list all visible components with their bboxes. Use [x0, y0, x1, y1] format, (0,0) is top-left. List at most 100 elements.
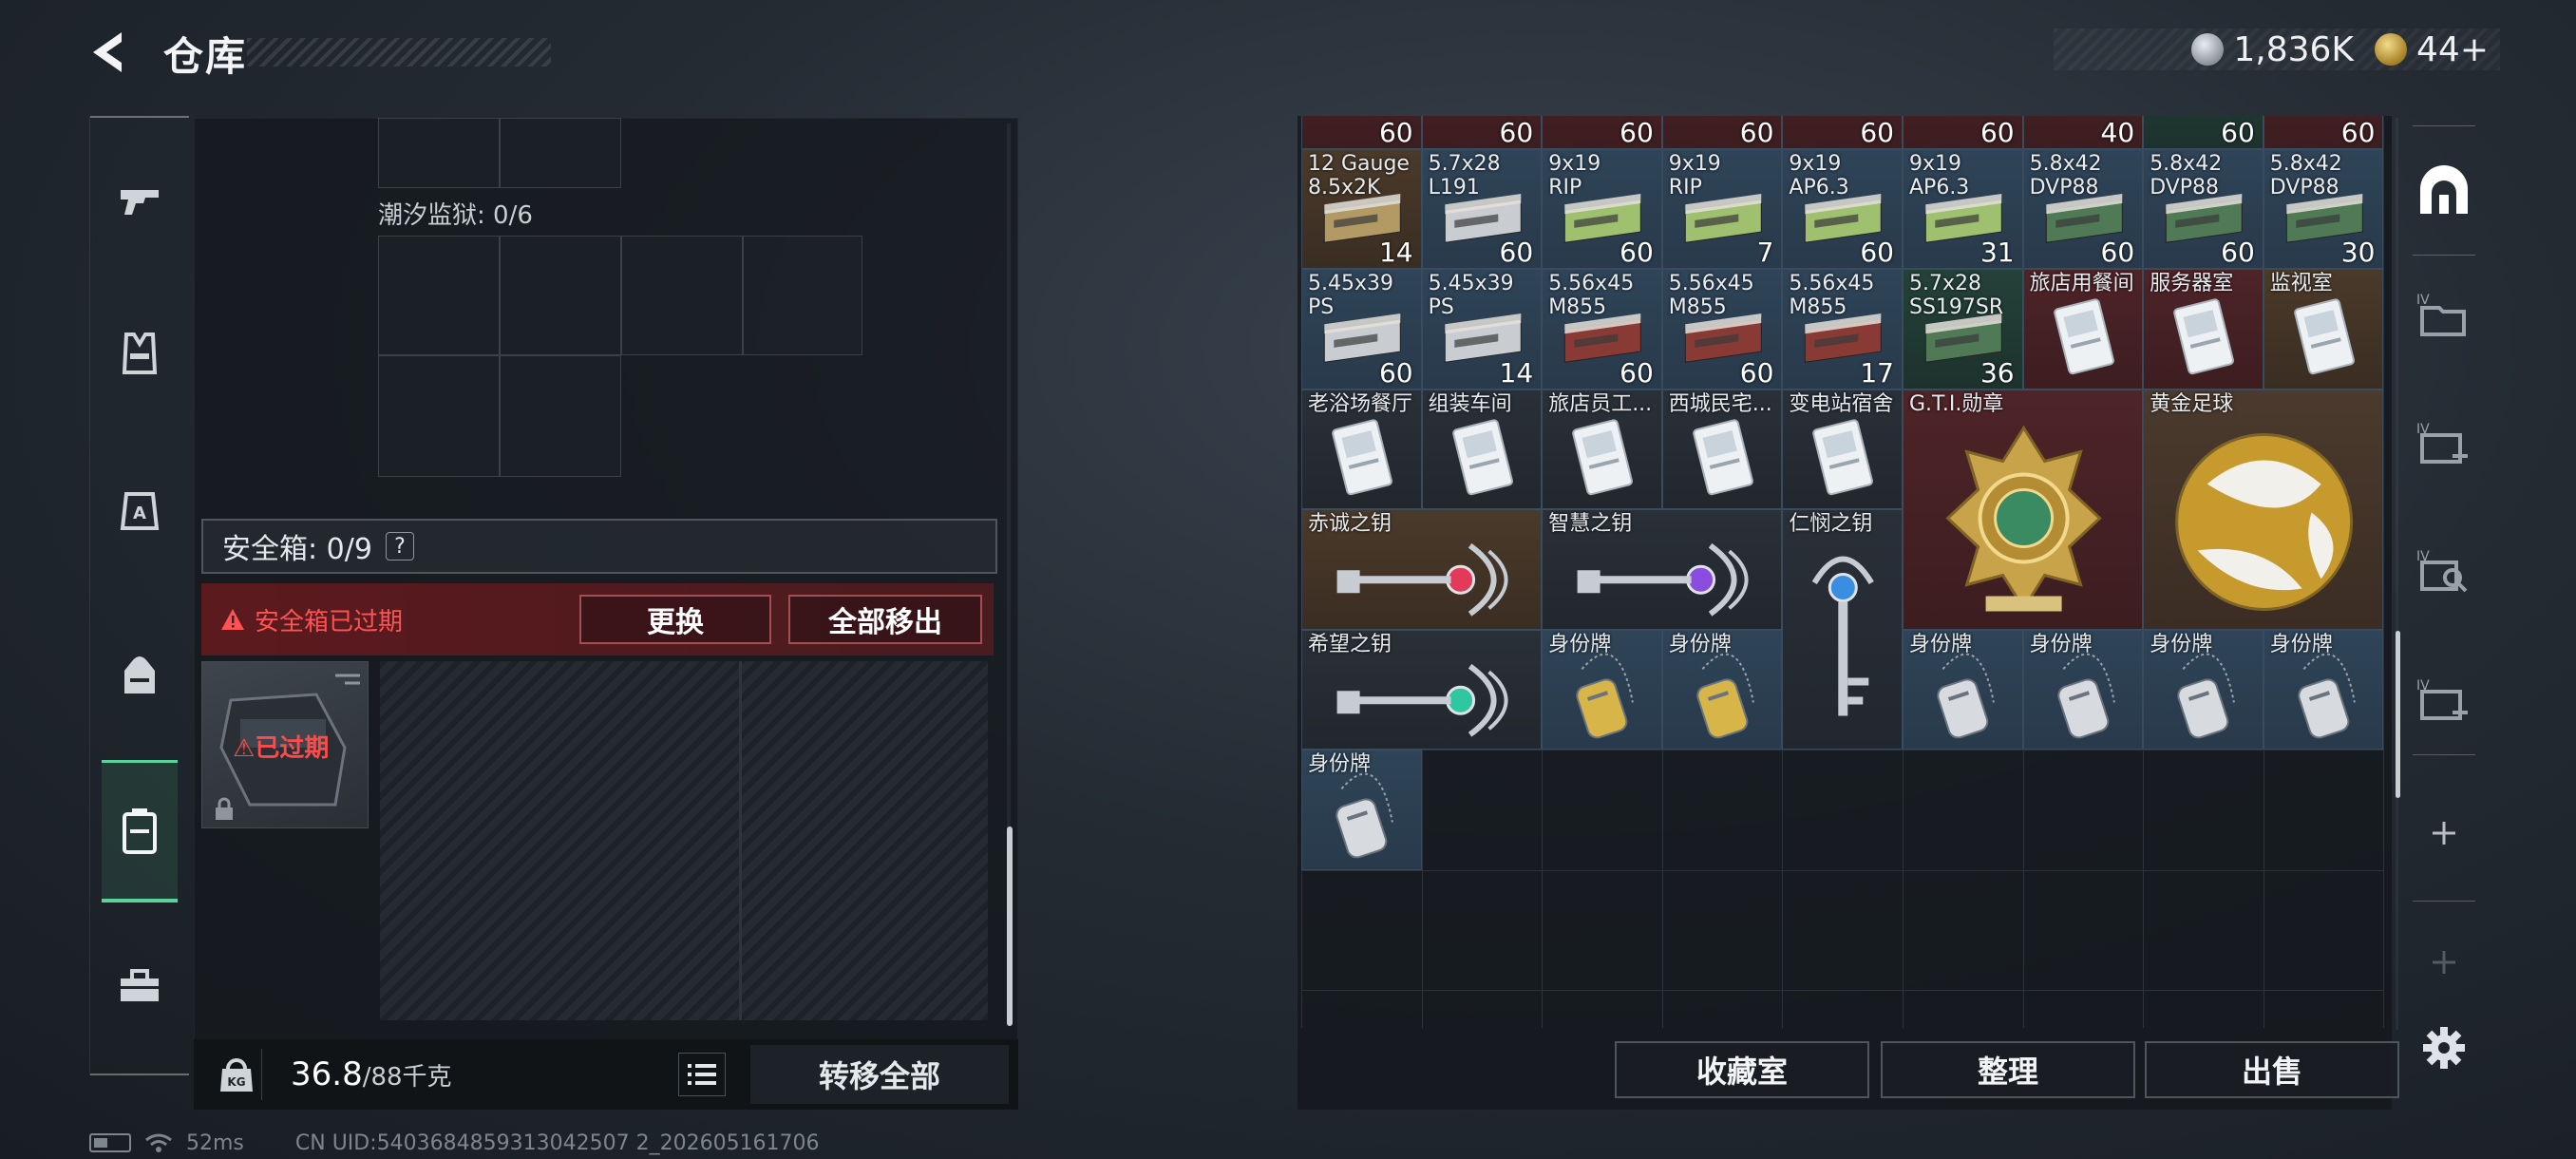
item-name: 5.45x39 PS [1308, 272, 1393, 319]
settings-button[interactable] [2405, 1009, 2483, 1087]
battery-icon [89, 1133, 131, 1152]
weight-icon: KG [211, 1049, 262, 1100]
prison-slot[interactable] [378, 236, 500, 355]
item-name: 旅店员工... [1548, 391, 1653, 416]
list-view-button[interactable] [678, 1053, 726, 1096]
rail-weapon[interactable] [100, 162, 180, 241]
prison-slot[interactable] [743, 236, 862, 355]
inventory-item[interactable]: 赤诚之钥 [1301, 509, 1543, 630]
inventory-scrollbar-track[interactable] [2396, 118, 2398, 1030]
item-quantity: 36 [1979, 356, 2015, 389]
inventory-item[interactable]: 老浴场餐厅 [1301, 389, 1422, 509]
sort-button[interactable]: 整理 [1881, 1041, 2135, 1098]
item-name: 西城民宅... [1668, 391, 1772, 416]
rail-safebox[interactable] [102, 760, 178, 902]
move-all-out-button[interactable]: 全部移出 [788, 595, 982, 644]
inventory-item[interactable]: 身份牌 [2143, 629, 2263, 750]
inventory-item[interactable]: 身份牌 [2022, 629, 2144, 750]
inventory-item[interactable]: 60 [2143, 116, 2263, 149]
inventory-item[interactable]: 5.8x42 DVP88 60 [2022, 148, 2144, 269]
inventory-item[interactable]: 5.56x45 M855 60 [1661, 269, 1783, 390]
inventory-item[interactable]: 60 [1421, 116, 1543, 149]
add-slot-button[interactable] [2405, 794, 2483, 872]
prison-slot[interactable] [500, 236, 621, 355]
settings-icon [2423, 1027, 2465, 1069]
inventory-item[interactable]: G.T.I.勋章 [1903, 389, 2144, 630]
inventory-item[interactable]: 组装车间 [1421, 389, 1543, 509]
stash-folder-button[interactable]: IV [2405, 276, 2483, 353]
inventory-item[interactable]: 黄金足球 [2143, 389, 2384, 630]
inventory-item[interactable]: 服务器室 [2143, 269, 2263, 390]
back-button[interactable] [87, 28, 135, 76]
silver-currency-value: 1,836K [2233, 29, 2355, 69]
inventory-item[interactable]: 旅店用餐间 [2022, 269, 2144, 390]
inventory-item[interactable]: 身份牌 [1301, 750, 1422, 870]
inventory-grid[interactable]: 60 60 60 60 60 60 40 60 60 12 Gauge 8.5x2K 14 5.7… [1301, 116, 2384, 1028]
inventory-item[interactable]: 智慧之钥 [1542, 509, 1783, 630]
item-name: 老浴场餐厅 [1308, 391, 1413, 416]
inventory-item[interactable]: 40 [2022, 116, 2144, 149]
inventory-item[interactable]: 身份牌 [1903, 629, 2023, 750]
prison-slot[interactable] [378, 355, 500, 477]
inventory-item[interactable]: 5.8x42 DVP88 60 [2143, 148, 2263, 269]
armor-vest-icon [122, 332, 158, 374]
inventory-item[interactable]: 旅店员工... [1542, 389, 1662, 509]
inventory-item[interactable]: 12 Gauge 8.5x2K 14 [1301, 148, 1422, 269]
inventory-item[interactable]: 60 [1903, 116, 2023, 149]
search-item-button[interactable]: IV [2405, 532, 2483, 610]
inventory-item[interactable]: 60 [1542, 116, 1662, 149]
safehouse-button[interactable] [2405, 152, 2483, 230]
search-iv-icon: IV [2416, 549, 2468, 593]
inventory-item[interactable]: 5.7x28 SS197SR 36 [1903, 269, 2023, 390]
rail-armor[interactable] [100, 314, 180, 393]
item-quantity: 40 [2100, 116, 2135, 148]
container-slot[interactable] [500, 118, 621, 188]
prison-slot[interactable] [500, 355, 621, 477]
collection-room-button[interactable]: 收藏室 [1615, 1041, 1869, 1098]
help-button[interactable]: ? [385, 532, 414, 560]
item-quantity: 60 [1860, 116, 1894, 148]
transfer-all-button[interactable]: 转移全部 [750, 1045, 1009, 1104]
prison-slot[interactable] [621, 236, 743, 355]
safebox-grid[interactable] [380, 661, 988, 1020]
replace-button[interactable]: 更换 [579, 595, 771, 644]
inventory-item[interactable]: 身份牌 [2263, 629, 2384, 750]
item-quantity: 60 [1378, 116, 1413, 148]
sell-button[interactable]: 出售 [2145, 1041, 2399, 1098]
inventory-item[interactable]: 9x19 RIP 60 [1542, 148, 1662, 269]
item-name: 身份牌 [2150, 632, 2213, 656]
lock-icon [216, 797, 233, 820]
medkit-add-button[interactable]: IV [2405, 405, 2483, 483]
inventory-item[interactable]: 西城民宅... [1661, 389, 1783, 509]
inventory-item[interactable]: 变电站宿舍 [1782, 389, 1903, 509]
inventory-item[interactable]: 5.56x45 M855 17 [1782, 269, 1903, 390]
rail-toolbox[interactable] [100, 946, 180, 1026]
inventory-item[interactable]: 9x19 AP6.3 31 [1903, 148, 2023, 269]
inventory-item[interactable]: 60 [1782, 116, 1903, 149]
inventory-item[interactable]: 5.45x39 PS 14 [1421, 269, 1543, 390]
inventory-item[interactable]: 9x19 RIP 7 [1661, 148, 1783, 269]
item-name: 身份牌 [1308, 752, 1372, 776]
inventory-item[interactable]: 希望之钥 [1301, 629, 1543, 750]
inventory-item[interactable]: 5.8x42 DVP88 30 [2263, 148, 2384, 269]
inventory-item[interactable]: 60 [1301, 116, 1422, 149]
inventory-item[interactable]: 60 [2263, 116, 2384, 149]
inventory-scrollbar-thumb[interactable] [2396, 631, 2400, 798]
inventory-item[interactable]: 5.56x45 M855 60 [1542, 269, 1662, 390]
safebox-item-slot[interactable]: ⚠已过期 [201, 661, 369, 828]
inventory-item[interactable]: 身份牌 [1661, 629, 1783, 750]
inventory-item[interactable]: 5.7x28 L191 60 [1421, 148, 1543, 269]
inventory-item[interactable]: 监视室 [2263, 269, 2384, 390]
inventory-item[interactable]: 仁悯之钥 [1782, 509, 1903, 750]
gold-currency[interactable]: 44+ [2375, 30, 2489, 69]
inventory-item[interactable]: 60 [1661, 116, 1783, 149]
inventory-item[interactable]: 身份牌 [1542, 629, 1662, 750]
rail-chest-rig[interactable]: A [100, 471, 180, 551]
storage-scrollbar-thumb[interactable] [1007, 826, 1013, 1026]
rail-backpack[interactable] [100, 635, 180, 714]
container-slot[interactable] [378, 118, 500, 188]
item-name: 5.56x45 M855 [1668, 272, 1754, 319]
medkit-add-button-2[interactable]: IV [2405, 661, 2483, 739]
inventory-item[interactable]: 9x19 AP6.3 60 [1782, 148, 1903, 269]
inventory-item[interactable]: 5.45x39 PS 60 [1301, 269, 1422, 390]
